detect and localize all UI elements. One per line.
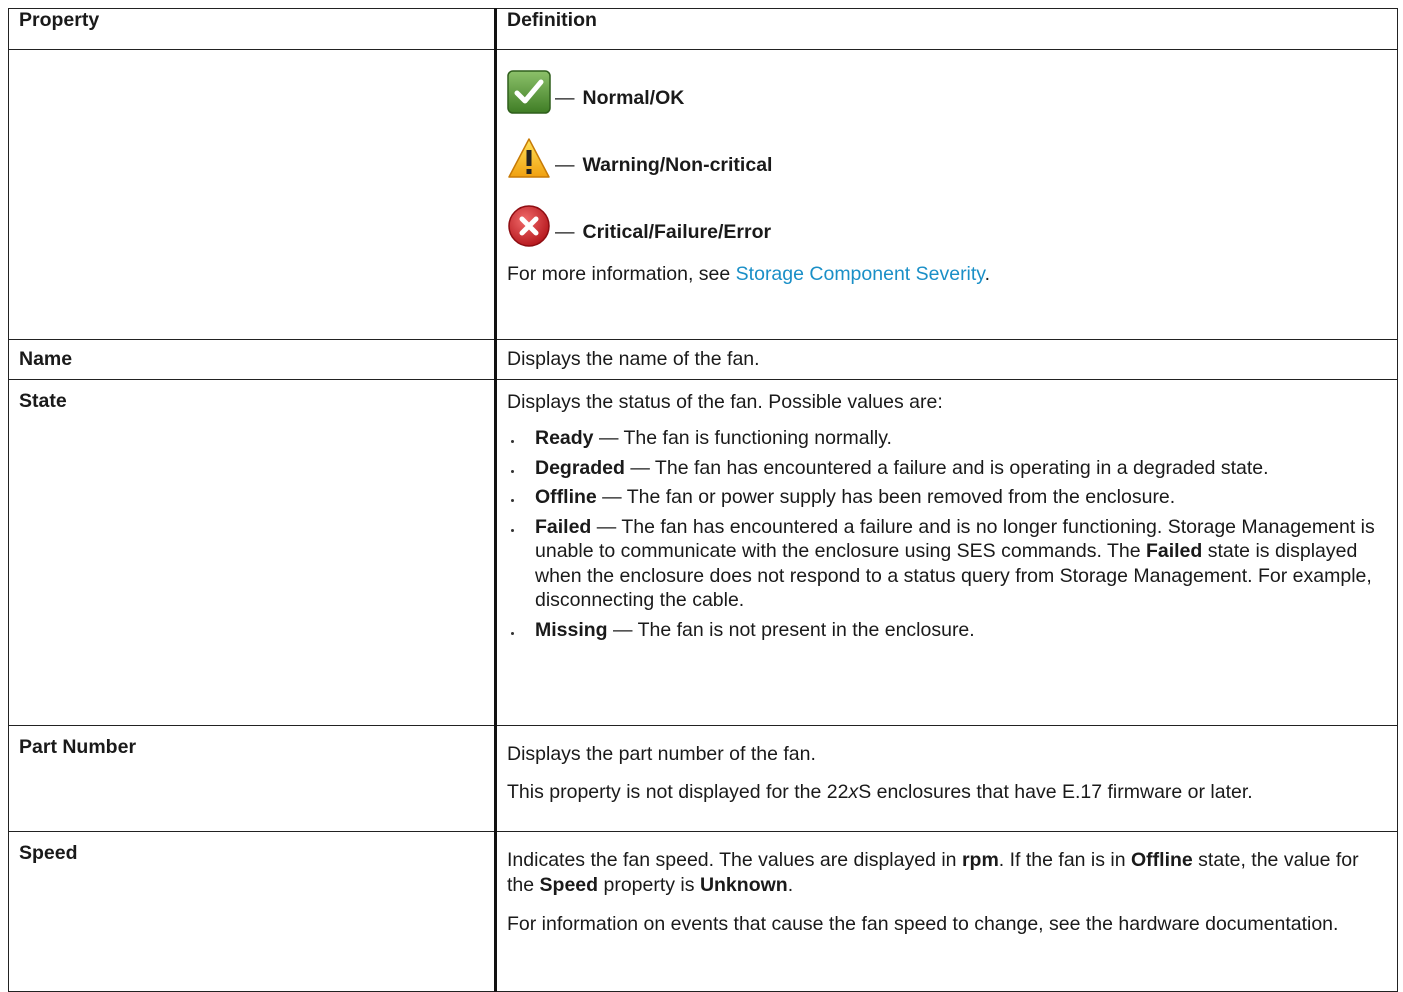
- state-list: Ready — The fan is functioning normally.…: [507, 426, 1387, 642]
- speed-term-unknown: Unknown: [699, 874, 788, 896]
- dash: —: [555, 221, 575, 243]
- severity-label-critical: Critical/Failure/Error: [582, 221, 772, 243]
- critical-x-icon: [508, 205, 550, 247]
- severity-item-warning: — Warning/Non-critical: [507, 131, 1387, 181]
- speed-term-speed: Speed: [539, 874, 599, 896]
- state-term: Ready: [535, 427, 594, 449]
- property-speed: Speed: [8, 831, 496, 992]
- part-number-note-post: S enclosures that have E.17 firmware or …: [858, 781, 1253, 803]
- speed-term-offline: Offline: [1131, 849, 1193, 871]
- table-row-state: State Displays the status of the fan. Po…: [8, 379, 1398, 726]
- speed-text: . If the fan is in: [998, 849, 1132, 871]
- severity-item-normal: — Normal/OK: [507, 64, 1387, 114]
- severity-label-normal: Normal/OK: [582, 87, 685, 109]
- state-desc: — The fan or power supply has been remov…: [596, 486, 1176, 508]
- definition-name: Displays the name of the fan.: [494, 339, 1398, 380]
- header-row: Property Definition: [8, 8, 1398, 50]
- list-item: Offline — The fan or power supply has be…: [507, 485, 1387, 510]
- table-row-severity: — Normal/OK — Warning/Non-critical — Cri…: [8, 49, 1398, 340]
- table-row-speed: Speed Indicates the fan speed. The value…: [8, 831, 1398, 992]
- list-item: Ready — The fan is functioning normally.: [507, 426, 1387, 451]
- list-item: Degraded — The fan has encountered a fai…: [507, 456, 1387, 481]
- state-term: Failed: [535, 515, 592, 538]
- more-info-prefix: For more information, see: [507, 263, 736, 285]
- list-item: Missing — The fan is not present in the …: [507, 618, 1387, 643]
- header-property: Property: [8, 8, 496, 50]
- list-item: Failed — The fan has encountered a failu…: [507, 515, 1387, 613]
- dash: —: [555, 154, 575, 176]
- speed-text: .: [787, 874, 794, 896]
- speed-text: Indicates the fan speed. The values are …: [507, 849, 962, 871]
- part-number-text-1: Displays the part number of the fan.: [507, 743, 816, 765]
- definition-part-number: Displays the part number of the fan. Thi…: [494, 725, 1398, 832]
- definition-state: Displays the status of the fan. Possible…: [494, 379, 1398, 726]
- table-row-name: Name Displays the name of the fan.: [8, 339, 1398, 380]
- speed-text-1: Indicates the fan speed. The values are …: [507, 848, 1387, 898]
- part-number-note-pre: This property is not displayed for the 2…: [507, 781, 849, 803]
- warning-triangle-icon: [508, 138, 550, 178]
- speed-term-rpm: rpm: [961, 849, 999, 871]
- property-part-number: Part Number: [8, 725, 496, 832]
- state-desc: — The fan is not present in the enclosur…: [607, 618, 975, 641]
- state-term: Degraded: [535, 456, 625, 479]
- part-number-text-2: This property is not displayed for the 2…: [507, 780, 1387, 804]
- properties-table: Property Definition — Normal/OK — Warnin…: [8, 8, 1398, 992]
- more-info-suffix: .: [984, 263, 991, 285]
- state-intro: Displays the status of the fan. Possible…: [507, 391, 943, 413]
- definition-speed: Indicates the fan speed. The values are …: [494, 831, 1398, 992]
- property-name: Name: [8, 339, 496, 380]
- state-term: Offline: [535, 486, 597, 508]
- part-number-note-italic: x: [848, 781, 859, 803]
- state-desc: — The fan is functioning normally.: [593, 427, 892, 449]
- property-state: State: [8, 379, 496, 726]
- speed-text: property is: [598, 874, 700, 896]
- severity-more-info: For more information, see Storage Compon…: [507, 262, 1387, 286]
- speed-text-2: For information on events that cause the…: [507, 913, 1339, 935]
- check-ok-icon: [507, 70, 551, 114]
- header-definition: Definition: [494, 8, 1398, 50]
- dash: —: [555, 87, 575, 109]
- state-desc: — The fan has encountered a failure and …: [624, 456, 1269, 479]
- state-term: Missing: [535, 618, 608, 641]
- storage-component-severity-link[interactable]: Storage Component Severity: [736, 263, 985, 285]
- table-row-part-number: Part Number Displays the part number of …: [8, 725, 1398, 832]
- severity-definition-cell: — Normal/OK — Warning/Non-critical — Cri…: [494, 49, 1398, 340]
- severity-label-warning: Warning/Non-critical: [582, 154, 773, 176]
- state-term-inline: Failed: [1145, 540, 1203, 562]
- severity-item-critical: — Critical/Failure/Error: [507, 198, 1387, 248]
- severity-property-cell: [8, 49, 496, 340]
